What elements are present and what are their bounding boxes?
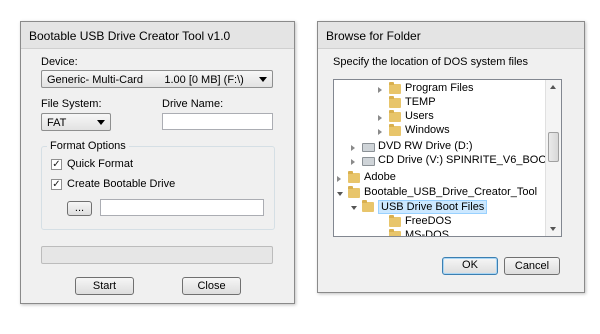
progress-bar [41, 246, 273, 264]
start-button[interactable]: Start [75, 277, 134, 295]
browse-button[interactable]: ... [67, 201, 92, 216]
folder-icon [389, 229, 401, 236]
quick-format-label: Quick Format [67, 158, 134, 170]
device-label: Device: [41, 56, 78, 68]
filesystem-value: FAT [47, 117, 67, 129]
tree-item-label: MS-DOS [405, 229, 449, 237]
folder-icon [348, 186, 360, 198]
expand-closed-icon[interactable] [337, 176, 341, 182]
device-dropdown[interactable]: Generic- Multi-Card 1.00 [0 MB] (F:\) [41, 70, 273, 88]
tree-item-label: USB Drive Boot Files [378, 200, 488, 214]
tree-item-label: FreeDOS [405, 215, 452, 227]
chevron-down-icon [259, 77, 267, 82]
folder-icon [389, 124, 401, 136]
expand-closed-icon[interactable] [378, 87, 382, 93]
tree-item[interactable]: CD Drive (V:) SPINRITE_V6_BOOT [334, 154, 554, 169]
drive-name-input[interactable] [162, 113, 273, 130]
title-bar[interactable]: Bootable USB Drive Creator Tool v1.0 [21, 22, 294, 49]
expand-open-icon[interactable] [351, 206, 357, 210]
tree-item[interactable]: FreeDOS [334, 215, 544, 230]
drive-name-label: Drive Name: [162, 98, 224, 110]
tree-item-label: DVD RW Drive (D:) [378, 140, 473, 152]
scroll-thumb[interactable] [548, 132, 559, 162]
tree-item[interactable]: Program Files [334, 82, 544, 97]
create-bootable-checkbox[interactable]: ✓ [51, 179, 62, 190]
ok-button[interactable]: OK [442, 257, 498, 275]
tree-item-label: TEMP [405, 96, 436, 108]
scroll-down-arrow-icon[interactable] [550, 227, 556, 231]
tree-item-label: Bootable_USB_Drive_Creator_Tool [364, 186, 538, 198]
tree-item[interactable]: TEMP [334, 96, 544, 111]
tree-item-label: Program Files [405, 82, 474, 94]
folder-icon [348, 171, 360, 183]
instruction-text: Specify the location of DOS system files [333, 56, 529, 68]
expand-closed-icon[interactable] [378, 129, 382, 135]
tree-item-label: Adobe [364, 171, 396, 183]
expand-open-icon[interactable] [337, 192, 343, 196]
vertical-scrollbar[interactable] [545, 80, 561, 236]
quick-format-checkbox[interactable]: ✓ [51, 159, 62, 170]
tree-item[interactable]: USB Drive Boot Files [334, 200, 544, 215]
folder-icon [389, 110, 401, 122]
title-bar[interactable]: Browse for Folder [318, 22, 584, 49]
browse-folder-dialog: Browse for Folder Specify the location o… [317, 21, 585, 293]
expand-closed-icon[interactable] [351, 145, 355, 151]
dvd-drive-icon [362, 143, 375, 152]
tree-item[interactable]: Adobe [334, 171, 544, 186]
chevron-down-icon [97, 120, 105, 125]
tree-item[interactable]: MS-DOS [334, 229, 544, 237]
folder-icon [389, 215, 401, 227]
tree-item[interactable]: Bootable_USB_Drive_Creator_Tool [334, 186, 544, 201]
expand-closed-icon[interactable] [351, 159, 355, 165]
tree-item[interactable]: Windows [334, 124, 544, 139]
window-title: Bootable USB Drive Creator Tool v1.0 [29, 29, 231, 43]
tree-item-label: CD Drive (V:) SPINRITE_V6_BOOT [378, 154, 554, 166]
scroll-up-arrow-icon[interactable] [550, 85, 556, 89]
close-button[interactable]: Close [182, 277, 241, 295]
filesystem-label: File System: [41, 98, 102, 110]
folder-icon [362, 200, 374, 212]
usb-creator-window: Bootable USB Drive Creator Tool v1.0 Dev… [20, 21, 295, 304]
dialog-title: Browse for Folder [326, 29, 421, 43]
folder-tree[interactable]: Program Files TEMP Users Windows DVD RW Driv… [333, 79, 562, 237]
folder-icon [389, 96, 401, 108]
expand-closed-icon[interactable] [378, 115, 382, 121]
tree-item-label: Windows [405, 124, 450, 136]
cancel-button[interactable]: Cancel [504, 257, 560, 275]
cd-drive-icon [362, 157, 375, 166]
filesystem-dropdown[interactable]: FAT [41, 113, 111, 131]
device-value: Generic- Multi-Card 1.00 [0 MB] (F:\) [47, 74, 244, 86]
format-options-title: Format Options [47, 140, 129, 152]
tree-item-label: Users [405, 110, 434, 122]
tree-item[interactable]: DVD RW Drive (D:) [334, 140, 544, 155]
path-input[interactable] [100, 199, 264, 216]
create-bootable-label: Create Bootable Drive [67, 178, 176, 190]
folder-icon [389, 82, 401, 94]
tree-item[interactable]: Users [334, 110, 544, 125]
